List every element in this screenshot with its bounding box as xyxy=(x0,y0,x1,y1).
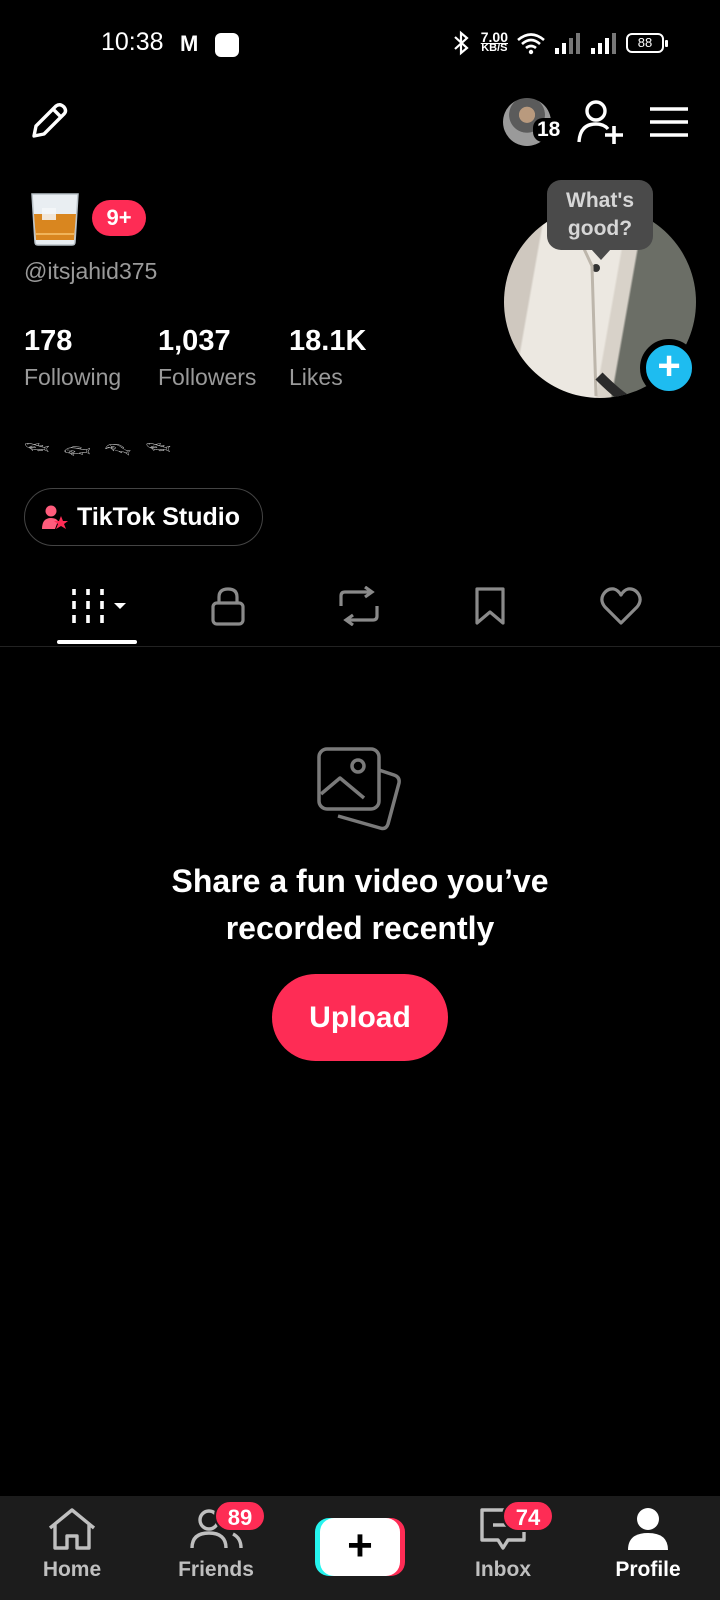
upload-button[interactable]: Upload xyxy=(272,974,448,1061)
network-speed: 7.00 KB/S xyxy=(481,30,508,54)
tab-private[interactable] xyxy=(168,578,288,634)
photo-gallery-icon xyxy=(317,747,401,831)
nav-home-label: Home xyxy=(42,1558,102,1581)
inbox-badge: 74 xyxy=(502,1500,554,1532)
followers-count: 1,037 xyxy=(158,325,231,357)
status-icons: 7.00 KB/S 88 xyxy=(449,30,668,56)
nav-home[interactable]: Home xyxy=(12,1506,132,1582)
tiktok-studio-button[interactable]: TikTok Studio xyxy=(24,488,263,546)
battery-indicator: 88 xyxy=(626,33,668,53)
following-label: Following xyxy=(24,364,122,390)
nav-profile-label: Profile xyxy=(615,1558,681,1581)
hamburger-menu-icon xyxy=(650,107,688,137)
notification-badge[interactable]: 9+ xyxy=(92,200,146,236)
empty-state-line-2: recorded recently xyxy=(225,910,495,946)
whats-good-bubble[interactable]: What's good? xyxy=(547,180,653,260)
add-friend-button[interactable] xyxy=(576,98,628,146)
edit-profile-button[interactable] xyxy=(24,96,74,146)
app-notification-icon xyxy=(215,33,239,57)
nav-friends-label: Friends xyxy=(178,1558,254,1581)
repost-icon xyxy=(339,586,379,626)
likes-count: 18.1K xyxy=(289,325,367,357)
whisky-glass-emoji xyxy=(31,193,79,246)
home-icon xyxy=(48,1508,96,1550)
following-count: 178 xyxy=(24,325,73,357)
friends-badge: 89 xyxy=(214,1500,266,1532)
gmail-notification-icon: M xyxy=(180,31,199,56)
bookmark-icon xyxy=(475,587,505,625)
tab-divider xyxy=(0,646,720,647)
bluetooth-icon xyxy=(454,30,469,56)
studio-person-star-icon xyxy=(42,505,68,529)
add-story-button[interactable]: + xyxy=(640,339,698,397)
signal-icon-sim2 xyxy=(591,33,616,54)
signal-icon xyxy=(555,33,580,54)
add-person-icon xyxy=(577,100,623,144)
lock-icon xyxy=(211,587,245,626)
profile-screen: 10:38 M 7.00 KB/S 88 18 9+ @itsjahid375 1… xyxy=(0,0,720,1600)
empty-state-message: Share a fun video you’ve recorded recent… xyxy=(0,858,720,952)
active-tab-indicator xyxy=(57,640,137,644)
tab-reposts[interactable] xyxy=(299,578,419,634)
tab-liked[interactable] xyxy=(561,578,681,634)
profile-icon xyxy=(628,1508,668,1550)
menu-button[interactable] xyxy=(648,104,690,140)
network-speed-unit: KB/S xyxy=(481,42,508,54)
nav-inbox-label: Inbox xyxy=(475,1558,531,1581)
tiktok-studio-label: TikTok Studio xyxy=(77,502,240,531)
heart-icon xyxy=(600,587,642,625)
friend-avatar-count: 18 xyxy=(533,118,565,142)
followers-stat[interactable]: 1,037 Followers xyxy=(158,325,256,391)
plus-icon: + xyxy=(320,1518,400,1576)
likes-stat[interactable]: 18.1K Likes xyxy=(289,325,366,391)
grid-filter-icon xyxy=(72,589,126,623)
bio-text: 𓆝 𓆟 𓆞 𓆝 xyxy=(24,441,176,463)
status-time: 10:38 xyxy=(101,28,164,56)
nav-profile[interactable]: Profile xyxy=(588,1506,708,1582)
create-button[interactable]: + xyxy=(315,1518,405,1576)
pencil-icon xyxy=(32,103,68,138)
tab-favorites[interactable] xyxy=(430,578,550,634)
wifi-icon xyxy=(517,33,545,55)
empty-state-line-1: Share a fun video you’ve xyxy=(171,863,549,899)
followers-label: Followers xyxy=(158,364,257,390)
likes-label: Likes xyxy=(289,364,343,390)
username: @itsjahid375 xyxy=(24,258,158,284)
following-stat[interactable]: 178 Following xyxy=(24,325,121,391)
tab-videos[interactable] xyxy=(40,578,160,634)
